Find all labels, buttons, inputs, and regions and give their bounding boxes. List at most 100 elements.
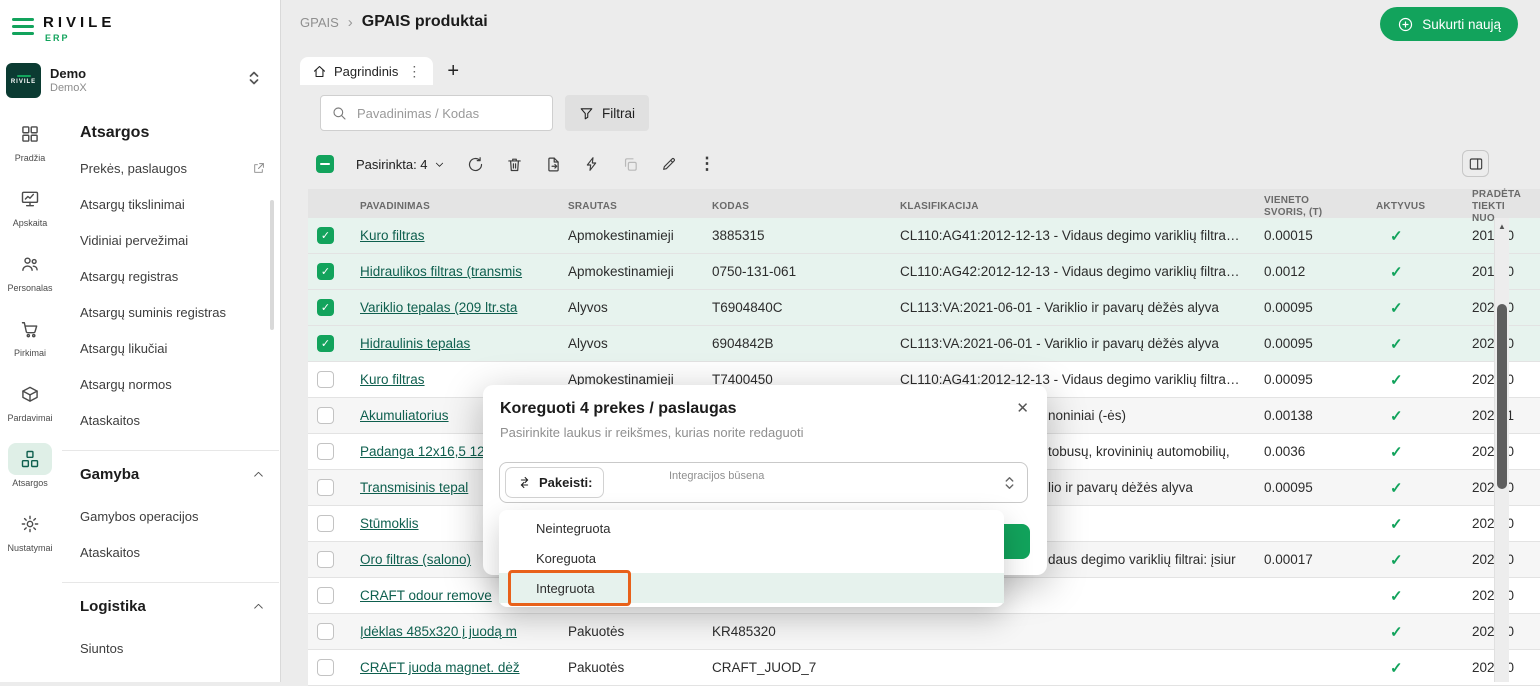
close-icon[interactable]: ✕ [1016,399,1029,417]
circle-plus-icon [1397,16,1414,33]
product-name-link[interactable]: CRAFT odour remove [360,588,492,603]
sidebar-item-siuntos[interactable]: Siuntos [62,630,279,666]
edit-button[interactable] [661,156,677,172]
product-name-link[interactable]: CRAFT juoda magnet. dėž [360,660,520,675]
table-row[interactable]: CRAFT juoda magnet. dėž Pakuotės CRAFT_J… [308,650,1540,686]
cell-svoris: 0.00095 [1252,480,1364,495]
select-updown-icon[interactable] [1003,475,1016,491]
grid-icon [8,118,52,150]
table-row[interactable]: ✓ Kuro filtras Apmokestinamieji 3885315 … [308,218,1540,254]
product-name-link[interactable]: Kuro filtras [360,228,425,243]
product-name-link[interactable]: Stūmoklis [360,516,419,531]
row-checkbox-checked[interactable]: ✓ [317,335,334,352]
more-actions-button[interactable]: ⋮ [699,154,716,174]
table-row[interactable]: Įdėklas 485x320 į juodą m Pakuotės KR485… [308,614,1540,650]
sidebar-section-logistika[interactable]: Logistika [62,582,279,630]
sidebar-item-vidiniai-pervezimai[interactable]: Vidiniai pervežimai [62,222,279,258]
add-tab-button[interactable]: + [447,61,459,85]
sidebar-menu: Atsargos Prekės, paslaugos Atsargų tiksl… [62,124,279,682]
row-checkbox-checked[interactable]: ✓ [317,227,334,244]
copy-button[interactable] [622,156,639,173]
field-selector[interactable]: Pakeisti: Integracijos būsena [499,462,1028,503]
sync-bolt-button[interactable] [584,156,600,172]
row-checkbox[interactable] [317,479,334,496]
refresh-button[interactable] [467,156,484,173]
product-name-link[interactable]: Transmisinis tepal [360,480,468,495]
sidebar-item-atsargu-likuciai[interactable]: Atsargų likučiai [62,330,279,366]
product-name-link[interactable]: Kuro filtras [360,372,425,387]
sidebar-item-gamyba-ataskaitos[interactable]: Ataskaitos [62,534,279,570]
breadcrumb-gpais[interactable]: GPAIS [300,15,339,30]
delete-button[interactable] [506,156,523,173]
tab-kebab-icon[interactable]: ⋮ [407,63,421,80]
rail-item-personalas[interactable]: Personalas [2,248,58,293]
scroll-up-icon[interactable]: ▲ [1495,222,1509,231]
row-checkbox[interactable] [317,587,334,604]
table-row[interactable]: ✓ Variklio tepalas (209 ltr.sta Alyvos T… [308,290,1540,326]
product-name-link[interactable]: Hidraulikos filtras (transmis [360,264,522,279]
sidebar-item-prekes-paslaugos[interactable]: Prekės, paslaugos [62,150,279,186]
column-settings-button[interactable] [1462,150,1489,177]
col-srautas[interactable]: SRAUTAS [556,201,700,213]
product-name-link[interactable]: Variklio tepalas (209 ltr.sta [360,300,517,315]
product-name-link[interactable]: Padanga 12x16,5 12 [360,444,485,459]
option-koreguota[interactable]: Koreguota [499,543,1004,573]
sidebar-item-ataskaitos[interactable]: Ataskaitos [62,402,279,438]
product-name-link[interactable]: Akumuliatorius [360,408,449,423]
col-klasifikacija[interactable]: KLASIFIKACIJA [888,201,1252,213]
product-name-link[interactable]: Įdėklas 485x320 į juodą m [360,624,517,639]
rail-item-pradzia[interactable]: Pradžia [2,118,58,163]
sidebar-item-atsargu-normos[interactable]: Atsargų normos [62,366,279,402]
row-checkbox-checked[interactable]: ✓ [317,263,334,280]
create-new-button[interactable]: Sukurti naują [1380,7,1518,41]
sidebar-item-gamybos-operacijos[interactable]: Gamybos operacijos [62,498,279,534]
row-checkbox[interactable] [317,623,334,640]
row-checkbox[interactable] [317,407,334,424]
sidebar-section-gamyba[interactable]: Gamyba [62,450,279,498]
tab-pagrindinis[interactable]: Pagrindinis ⋮ [300,57,433,85]
col-vieneto-svoris[interactable]: VIENETO SVORIS, (T) [1252,195,1364,219]
option-neintegruota[interactable]: Neintegruota [499,513,1004,543]
chevron-down-icon [434,159,445,170]
search-icon [331,105,347,121]
rail-item-apskaita[interactable]: Apskaita [2,183,58,228]
search-box[interactable] [320,95,553,131]
filters-button[interactable]: Filtrai [565,95,649,131]
table-row[interactable]: ✓ Hidraulikos filtras (transmis Apmokest… [308,254,1540,290]
scrollbar-thumb[interactable] [1497,304,1507,489]
select-all-checkbox[interactable] [316,155,334,173]
change-chip[interactable]: Pakeisti: [505,467,604,498]
export-button[interactable] [545,156,562,173]
col-aktyvus[interactable]: AKTYVUS [1364,201,1460,213]
brand-name: RIVILE [43,14,115,31]
module-rail: Pradžia Apskaita Personalas Pirkimai Par… [0,118,60,553]
row-checkbox-checked[interactable]: ✓ [317,299,334,316]
row-checkbox[interactable] [317,551,334,568]
table-row[interactable]: ✓ Hidraulinis tepalas Alyvos 6904842B CL… [308,326,1540,362]
rail-item-nustatymai[interactable]: Nustatymai [2,508,58,553]
option-integruota[interactable]: Integruota [499,573,1004,603]
col-pavadinimas[interactable]: PAVADINIMAS [348,201,556,213]
rail-item-pirkimai[interactable]: Pirkimai [2,313,58,358]
sidebar-scrollbar[interactable] [270,200,274,330]
active-check-icon: ✓ [1364,263,1460,281]
table-scrollbar[interactable]: ▲ [1494,218,1509,682]
selection-count[interactable]: Pasirinkta: 4 [356,157,445,172]
sidebar-item-atsargu-suminis-registras[interactable]: Atsargų suminis registras [62,294,279,330]
row-checkbox[interactable] [317,371,334,388]
row-checkbox[interactable] [317,659,334,676]
row-checkbox[interactable] [317,443,334,460]
cell-srautas: Alyvos [556,300,700,315]
sidebar-item-atsargu-tikslinimai[interactable]: Atsargų tikslinimai [62,186,279,222]
cell-srautas: Apmokestinamieji [556,264,700,279]
sidebar-item-atsargu-registras[interactable]: Atsargų registras [62,258,279,294]
product-name-link[interactable]: Oro filtras (salono) [360,552,471,567]
rail-item-pardavimai[interactable]: Pardavimai [2,378,58,423]
row-checkbox[interactable] [317,515,334,532]
rail-item-atsargos[interactable]: Atsargos [2,443,58,488]
search-input[interactable] [355,105,542,122]
hamburger-menu-icon[interactable] [12,14,34,35]
product-name-link[interactable]: Hidraulinis tepalas [360,336,470,351]
company-selector[interactable]: RIVILE Demo DemoX [6,60,272,100]
col-kodas[interactable]: KODAS [700,201,888,213]
